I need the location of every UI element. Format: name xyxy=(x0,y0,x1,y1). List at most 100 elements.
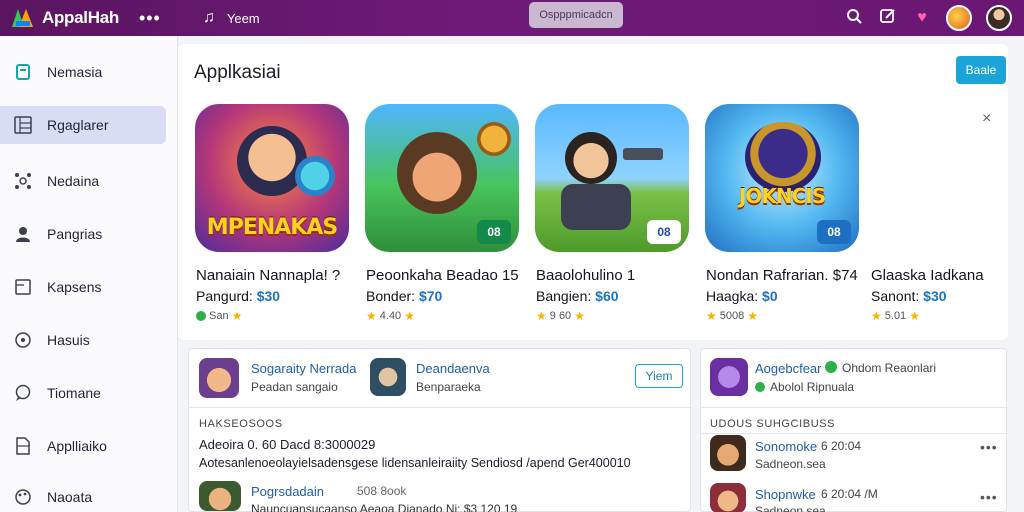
app-card[interactable]: 08 Peoonkaha Beadao 15 Bonder: $70 ★ 4.40… xyxy=(348,102,519,327)
app-rating: ★ 5.01 ★ xyxy=(871,309,920,323)
feed-entry-sub: Benparaeka xyxy=(416,380,481,394)
app-name: Peoonkaha Beadao 15 xyxy=(366,267,519,284)
suggestion-sub: Abolol Ripnuala xyxy=(770,380,855,394)
status-icon xyxy=(196,311,206,321)
sidebar-item-label: Tiomane xyxy=(47,385,101,401)
app-rating: ★ 5008 ★ xyxy=(706,309,758,323)
status-icon xyxy=(755,382,765,392)
app-name: Glaaska Iadkana xyxy=(871,267,984,284)
app-thumbnail[interactable] xyxy=(710,358,748,396)
user-avatar[interactable] xyxy=(986,5,1012,31)
sidebar-item-tiomane[interactable]: Tiomane xyxy=(0,374,166,412)
app-thumbnail[interactable] xyxy=(199,481,241,511)
doc-icon xyxy=(13,436,33,456)
more-options-icon[interactable]: ••• xyxy=(980,439,998,455)
edit-icon[interactable] xyxy=(878,8,898,29)
top-nav-link[interactable]: Yeem xyxy=(227,11,260,26)
music-icon[interactable]: ♫ xyxy=(203,9,215,27)
suggestions-panel: Aogebcfear Ohdom Reaonlari Abolol Ripnua… xyxy=(700,348,1008,512)
star-icon: ★ xyxy=(231,309,243,323)
circle-icon xyxy=(13,330,33,350)
suggestion-status: Ohdom Reaonlari xyxy=(842,361,937,375)
heart-icon[interactable]: ♥ xyxy=(912,9,932,27)
app-card[interactable]: MPENAKAS Nanaiain Nannapla! ? Pangurd: $… xyxy=(178,102,349,327)
app-card[interactable]: Glaaska Iadkana Sanont: $30 ★ 5.01 ★ xyxy=(853,102,1003,327)
app-thumbnail[interactable] xyxy=(710,435,746,471)
suggestion-meta: 6 20:04 /M xyxy=(821,487,878,501)
star-icon: ★ xyxy=(404,309,415,323)
file-icon xyxy=(13,277,33,297)
app-card[interactable]: 08 Baaolohulino 1 Bangien: $60 ★ 9 60 ★ xyxy=(518,102,689,327)
more-options-icon[interactable]: ••• xyxy=(980,489,998,505)
app-card[interactable]: JOKNCIS 08 Nondan Rafrarian. $74 Haagka:… xyxy=(688,102,859,327)
primary-button[interactable]: Baale xyxy=(956,56,1006,84)
person-icon xyxy=(13,224,33,244)
rating-value: San xyxy=(209,310,229,322)
app-price-row: Sanont: $30 xyxy=(871,288,947,304)
more-menu-button[interactable]: ••• xyxy=(139,8,161,29)
grid-icon xyxy=(13,115,33,135)
suggestion-sub: Sadneon.sea xyxy=(755,457,826,471)
feed-entry-name[interactable]: Sogaraity Nerrada xyxy=(251,361,357,376)
top-bar: AppalHah ••• ♫ Yeem Ospppmicadcn ♥ xyxy=(0,0,1024,36)
suggestion-name[interactable]: Sonomoke xyxy=(755,439,817,454)
view-button[interactable]: Yiem xyxy=(635,364,683,388)
app-price-row: Pangurd: $30 xyxy=(196,288,280,304)
star-icon: ★ xyxy=(747,309,759,323)
app-price: $0 xyxy=(762,288,778,304)
sidebar-item-label: Naoata xyxy=(47,489,93,505)
sidebar-item-pangrias[interactable]: Pangrias xyxy=(0,215,166,253)
sidebar-item-nemasia[interactable]: Nemasia xyxy=(0,53,166,91)
section-label: HAKSEOSOOS xyxy=(199,418,283,430)
sidebar-item-rgaglarer[interactable]: Rgaglarer xyxy=(0,106,166,144)
app-thumbnail[interactable] xyxy=(370,358,406,396)
sidebar-item-applliaiko[interactable]: Applliaiko xyxy=(0,427,166,465)
app-thumbnail[interactable] xyxy=(710,483,746,512)
app-rating: ★ 9 60 ★ xyxy=(536,309,585,323)
feed-entry-sub: Peadan sangaio xyxy=(251,380,338,394)
notification-avatar[interactable] xyxy=(946,5,972,31)
section-label: UDOUS SUHGCIBUSS xyxy=(710,418,836,430)
app-price-row: Bonder: $70 xyxy=(366,288,442,304)
rating-value: 5.01 xyxy=(884,310,907,322)
search-input[interactable]: Ospppmicadcn xyxy=(529,2,623,28)
rating-value: 9 60 xyxy=(549,310,572,322)
app-badge: 08 xyxy=(477,220,511,244)
feed-entry-name[interactable]: Deandaenva xyxy=(416,361,490,376)
app-price: $30 xyxy=(256,288,281,304)
sidebar-item-kapsens[interactable]: Kapsens xyxy=(0,268,166,306)
app-price: $70 xyxy=(418,288,443,304)
app-icon: 08 xyxy=(365,104,519,252)
feed-entry-sub: Nauncuansucaanso Aeaoa Dianado Ni: $3 12… xyxy=(251,502,518,512)
sidebar-item-naoata[interactable]: Naoata xyxy=(0,478,166,512)
price-label: Haagka: xyxy=(706,288,759,304)
star-icon: ★ xyxy=(706,309,717,323)
activity-panel: Sogaraity Nerrada Peadan sangaio Deandae… xyxy=(188,348,692,512)
app-price: $60 xyxy=(595,288,619,304)
price-label: Bangien: xyxy=(536,288,592,304)
book-icon xyxy=(13,62,33,82)
suggestion-sub: Sadneon.sea xyxy=(755,504,826,512)
app-thumbnail[interactable] xyxy=(199,358,239,398)
app-icon: MPENAKAS xyxy=(195,104,349,252)
feed-entry-name[interactable]: Pogrsdadain xyxy=(251,484,324,499)
rating-value: 4.40 xyxy=(379,310,402,322)
app-logo-icon[interactable] xyxy=(12,7,34,29)
star-icon: ★ xyxy=(909,309,920,323)
sidebar-item-hasuis[interactable]: Hasuis xyxy=(0,321,166,359)
sidebar-item-label: Applliaiko xyxy=(47,438,107,454)
suggestion-name[interactable]: Aogebcfear xyxy=(755,361,822,376)
app-rating: ★ 4.40 ★ xyxy=(366,309,415,323)
app-badge: 08 xyxy=(647,220,681,244)
price-label: Pangurd: xyxy=(196,288,253,304)
feed-entry-meta: 508 8ook xyxy=(357,484,407,498)
sidebar-item-label: Nemasia xyxy=(47,64,103,80)
app-price: $30 xyxy=(923,288,947,304)
star-icon: ★ xyxy=(871,309,882,323)
search-icon[interactable] xyxy=(844,8,864,29)
suggestion-name[interactable]: Shopnwke xyxy=(755,487,816,502)
star-icon: ★ xyxy=(574,309,585,323)
sidebar-item-nedaina[interactable]: Nedaina xyxy=(0,162,166,200)
sidebar: Nemasia Rgaglarer Nedaina Pangrias Kapse… xyxy=(0,36,178,512)
suggestion-meta: 6 20:04 xyxy=(821,439,862,453)
